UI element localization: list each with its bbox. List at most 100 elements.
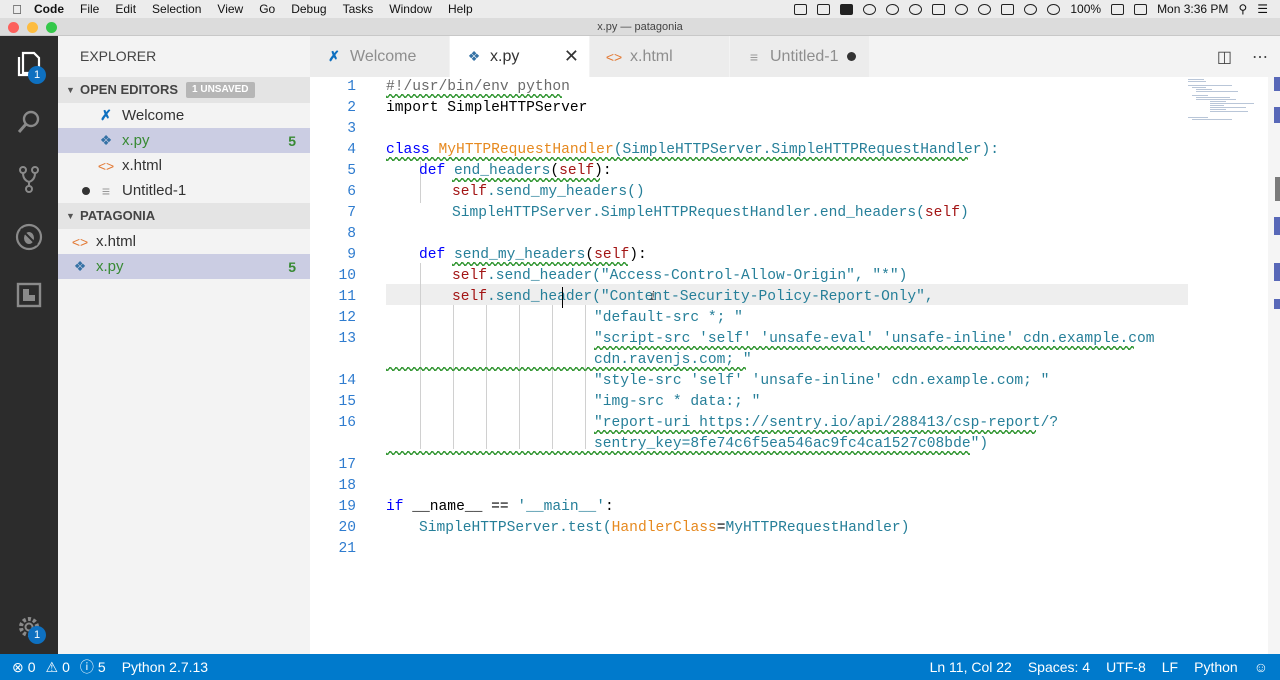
lint-squiggle [386, 94, 562, 98]
open-editor-x-py[interactable]: ❖ x.py 5 [58, 128, 310, 153]
string-literal: "default-src *; " [594, 310, 743, 326]
python-interpreter[interactable]: Python 2.7.13 [114, 659, 216, 675]
menu-help[interactable]: Help [440, 2, 481, 16]
tab-x-py[interactable]: ❖ x.py ✕ [450, 36, 590, 77]
battery-icon[interactable] [1111, 3, 1125, 15]
string-literal: cdn.ravenjs.com; " [594, 352, 752, 368]
wifi-icon[interactable] [1047, 3, 1061, 15]
menu-debug[interactable]: Debug [283, 2, 334, 16]
vertical-scrollbar[interactable] [1268, 77, 1280, 654]
minimap[interactable] [1188, 77, 1268, 654]
menu-app-code[interactable]: Code [34, 2, 72, 16]
line-number: 6 [347, 184, 356, 200]
python-icon: ❖ [73, 258, 87, 274]
feedback-smiley-icon[interactable]: ☺ [1246, 659, 1280, 675]
tab-label: x.html [630, 47, 673, 65]
code-line: SimpleHTTPServer.test(HandlerClass=MyHTT… [419, 520, 910, 536]
keyword-param: HandlerClass [611, 520, 717, 536]
scrollbar-thumb[interactable] [1275, 177, 1280, 201]
app-c-icon[interactable] [863, 3, 877, 15]
indentation[interactable]: Spaces: 4 [1020, 659, 1098, 675]
string-literal: "report-uri https://sentry.io/api/288413… [594, 415, 1059, 431]
menu-window[interactable]: Window [381, 2, 440, 16]
apple-icon[interactable]:  [0, 2, 34, 17]
unsaved-dot-icon [82, 186, 90, 195]
tab-welcome[interactable]: ✗ Welcome [310, 36, 450, 77]
line-number: 19 [338, 499, 356, 515]
python-icon: ❖ [467, 48, 481, 64]
error-count: 0 [27, 659, 36, 675]
file-icon: ≡ [749, 48, 759, 65]
language-mode[interactable]: Python [1186, 659, 1246, 675]
lint-squiggle [452, 262, 628, 266]
open-editors-header[interactable]: ▼ OPEN EDITORS 1 UNSAVED [58, 77, 310, 103]
scrollbar-marker [1274, 107, 1280, 123]
minimize-window-button[interactable] [27, 22, 38, 33]
time-machine-icon[interactable] [978, 3, 992, 15]
menu-view[interactable]: View [209, 2, 251, 16]
info-icon: ⓘ [79, 659, 94, 675]
folder-header[interactable]: ▼ PATAGONIA [58, 203, 310, 229]
zoom-window-button[interactable] [46, 22, 57, 33]
flag-icon[interactable] [1134, 3, 1148, 15]
unsaved-dot-icon[interactable] [847, 52, 856, 61]
warning-count: 0 [62, 659, 70, 675]
search-icon[interactable] [13, 106, 45, 138]
class-name: MyHTTPRequestHandler [438, 142, 614, 158]
screen-record-icon[interactable] [794, 3, 808, 15]
vscode-icon: ✗ [328, 48, 340, 64]
box-icon[interactable] [932, 3, 946, 15]
debug-icon[interactable] [13, 221, 45, 253]
menu-go[interactable]: Go [251, 2, 283, 16]
keyword: def [419, 247, 455, 263]
menubar-clock[interactable]: Mon 3:36 PM [1157, 2, 1228, 16]
end-of-line[interactable]: LF [1154, 659, 1186, 675]
folder-file-x-html[interactable]: <> x.html [58, 229, 310, 254]
tab-label: Welcome [350, 47, 417, 65]
open-editor-untitled-1[interactable]: ≡ Untitled-1 [58, 178, 310, 203]
source-control-icon[interactable] [13, 163, 45, 195]
more-actions-icon[interactable]: ⋯ [1252, 47, 1268, 67]
menu-edit[interactable]: Edit [107, 2, 144, 16]
docker-icon[interactable] [955, 3, 969, 15]
lint-squiggle [594, 346, 1134, 350]
menu-selection[interactable]: Selection [144, 2, 209, 16]
camera-icon[interactable] [817, 3, 831, 15]
line-number: 21 [338, 541, 356, 557]
split-editor-icon[interactable]: ◫ [1217, 47, 1232, 67]
bluetooth-icon[interactable] [1024, 3, 1038, 15]
problem-count: 5 [288, 132, 296, 149]
app-1-icon[interactable] [886, 3, 900, 15]
menu-file[interactable]: File [72, 2, 107, 16]
lint-squiggle [386, 157, 968, 161]
indent-guide [453, 305, 454, 449]
alert-icon[interactable] [909, 3, 923, 15]
lint-squiggle [386, 451, 970, 455]
menu-tasks[interactable]: Tasks [335, 2, 382, 16]
tab-untitled-1[interactable]: ≡ Untitled-1 [730, 36, 870, 77]
notification-center-icon[interactable]: ☰ [1257, 2, 1268, 16]
airplay-icon[interactable] [1001, 3, 1015, 15]
file-label: x.html [96, 233, 137, 250]
tab-x-html[interactable]: <> x.html [590, 36, 730, 77]
encoding[interactable]: UTF-8 [1098, 659, 1154, 675]
indent-guide [585, 305, 586, 449]
tab-label: Untitled-1 [770, 47, 839, 65]
problems-indicator[interactable]: ⊗ 0 ⚠ 0 ⓘ 5 [0, 657, 114, 677]
battery-percent[interactable]: 100% [1070, 2, 1101, 16]
spotlight-icon[interactable]: ⚲ [1238, 2, 1247, 16]
open-editor-welcome[interactable]: ✗ Welcome [58, 103, 310, 128]
code-line: self.send_my_headers() [452, 182, 645, 203]
app-s-icon[interactable] [840, 3, 854, 15]
string-literal: "style-src 'self' 'unsafe-inline' cdn.ex… [594, 373, 1050, 389]
cursor-position[interactable]: Ln 11, Col 22 [922, 659, 1020, 675]
open-editor-x-html[interactable]: <> x.html [58, 153, 310, 178]
close-window-button[interactable] [8, 22, 19, 33]
close-tab-icon[interactable]: ✕ [564, 46, 579, 67]
self-ref: self [452, 289, 488, 305]
code-editor[interactable]: 1 2 3 4 5 6 7 8 9 10 11 12 13 14 15 16 1… [310, 77, 1280, 654]
code-text: import SimpleHTTPServer [386, 100, 588, 116]
line-number: 4 [347, 142, 356, 158]
folder-file-x-py[interactable]: ❖ x.py 5 [58, 254, 310, 279]
extensions-icon[interactable] [13, 279, 45, 311]
